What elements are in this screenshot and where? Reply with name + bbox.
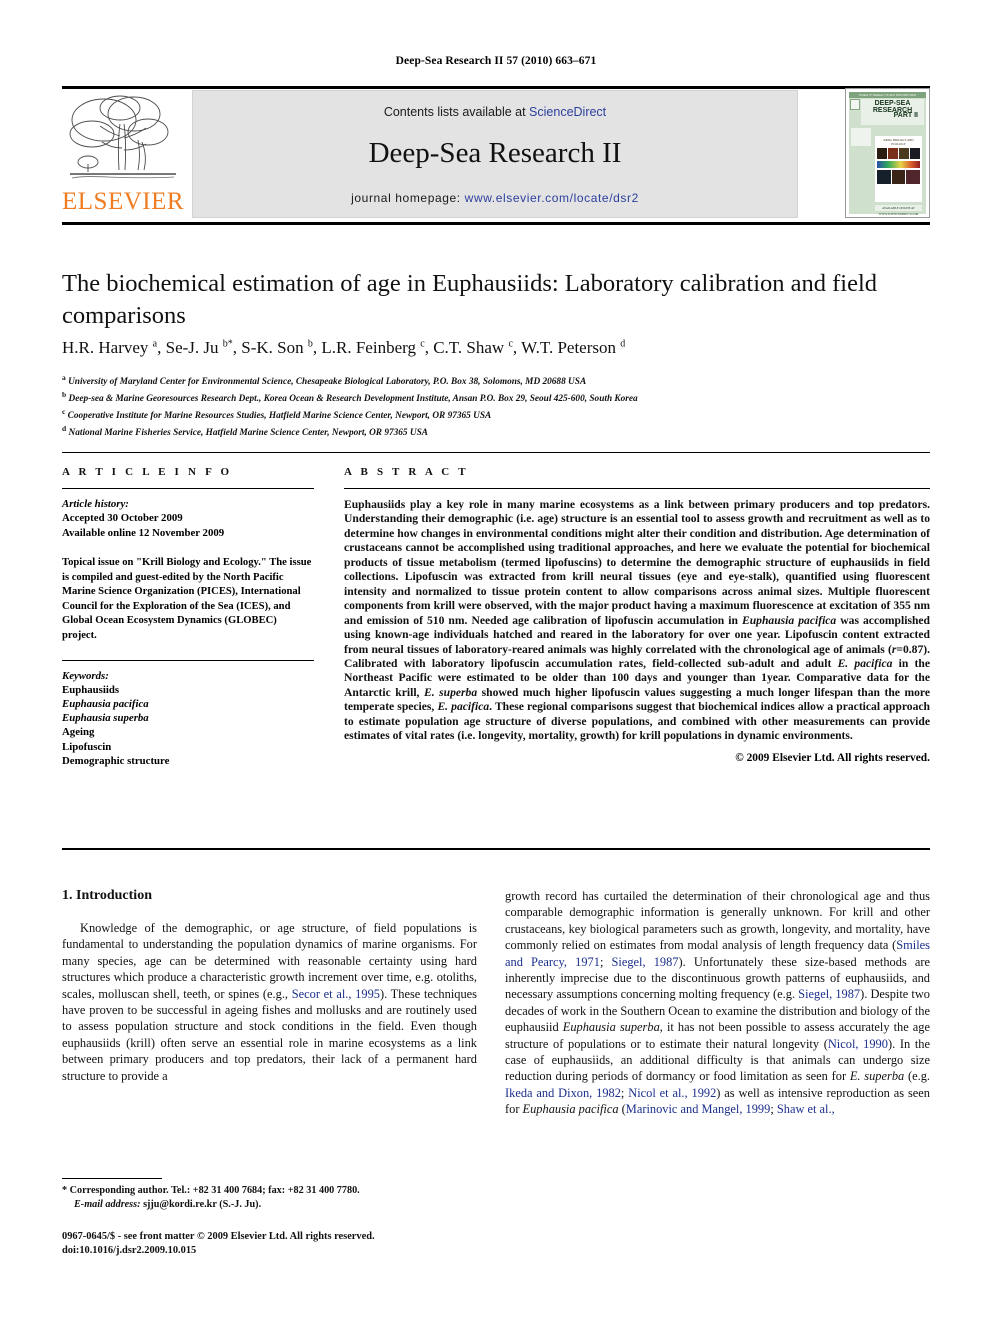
issn-line: 0967-0645/$ - see front matter © 2009 El…	[62, 1231, 375, 1242]
cover-photo	[899, 148, 909, 159]
article-history-accepted: Accepted 30 October 2009	[62, 512, 183, 524]
cover-title-line2: PART II	[893, 112, 918, 119]
email-note: E-mail address: sjju@kordi.re.kr (S.-J. …	[62, 1198, 482, 1212]
affiliation-item: d National Marine Fisheries Service, Hat…	[62, 423, 429, 438]
affiliation-item: b Deep-sea & Marine Georesources Researc…	[62, 389, 638, 404]
imprint-block: 0967-0645/$ - see front matter © 2009 El…	[62, 1230, 492, 1258]
info-panel-bottom-rule	[62, 848, 930, 850]
elsevier-wordmark: ELSEVIER	[62, 188, 185, 215]
keyword-item: Euphausiids	[62, 683, 120, 696]
affiliation-text: University of Maryland Center for Enviro…	[68, 377, 587, 388]
journal-homepage-line: journal homepage: www.elsevier.com/locat…	[193, 191, 797, 205]
cover-color-band	[877, 161, 920, 168]
running-head: Deep-Sea Research II 57 (2010) 663–671	[395, 55, 597, 67]
elsevier-logo: ELSEVIER	[62, 90, 184, 218]
cover-issue-bar: Volume 57 Numbers 7-8 2010 ISSN 0967-064…	[849, 92, 926, 98]
affiliation-text: Cooperative Institute for Marine Resourc…	[67, 410, 492, 421]
cover-publisher-badge	[850, 99, 860, 110]
contents-prefix: Contents lists available at	[383, 105, 530, 119]
sciencedirect-link[interactable]: ScienceDirect	[529, 105, 606, 119]
keywords-divider	[62, 659, 314, 661]
abstract-body: Euphausiids play a key role in many mari…	[344, 498, 931, 743]
footnote-rule	[62, 1178, 162, 1179]
cover-caption: KRILL BIOLOGY AND ECOLOGY	[883, 138, 914, 146]
affiliation-item: c Cooperative Institute for Marine Resou…	[62, 406, 492, 421]
cover-photo-row-2	[877, 170, 920, 184]
elsevier-tree-icon	[69, 95, 176, 179]
contents-available-line: Contents lists available at ScienceDirec…	[193, 105, 797, 119]
affiliation-item: a University of Maryland Center for Envi…	[62, 373, 587, 388]
cover-photo	[891, 170, 906, 184]
homepage-prefix: journal homepage:	[351, 191, 465, 205]
abstract-column: A B S T R A C T Euphausiids play a key r…	[344, 466, 930, 764]
email-address[interactable]: sjju@kordi.re.kr (S.-J. Ju).	[143, 1199, 261, 1210]
cover-photo-montage: KRILL BIOLOGY AND ECOLOGY	[875, 136, 922, 202]
journal-title: Deep-Sea Research II	[368, 137, 622, 169]
cover-photo	[877, 170, 891, 184]
cover-photo	[888, 148, 898, 159]
keywords-label: Keywords:	[62, 669, 109, 682]
cover-title-block: DEEP-SEA RESEARCH PART II	[861, 99, 924, 125]
doi-line[interactable]: doi:10.1016/j.dsr2.2009.10.015	[62, 1244, 492, 1258]
journal-cover-thumbnail[interactable]: Volume 57 Numbers 7-8 2010 ISSN 0967-064…	[845, 88, 930, 218]
article-info-heading: A R T I C L E I N F O	[62, 466, 233, 478]
cover-inner: Volume 57 Numbers 7-8 2010 ISSN 0967-064…	[849, 92, 926, 216]
cover-photo-row-1	[877, 148, 920, 159]
masthead-bottom-rule	[62, 222, 930, 225]
journal-banner: Contents lists available at ScienceDirec…	[192, 90, 798, 218]
cover-photo	[910, 148, 920, 159]
abstract-divider	[344, 488, 930, 489]
intro-paragraph-left: Knowledge of the demographic, or age str…	[62, 921, 477, 1083]
info-panel-top-rule	[62, 452, 930, 453]
cover-photo	[877, 148, 887, 159]
email-label: E-mail address:	[74, 1198, 141, 1210]
keyword-item: Euphausia pacifica	[62, 697, 149, 710]
affiliation-text: Deep-sea & Marine Georesources Research …	[68, 393, 638, 404]
keyword-item: Ageing	[62, 726, 95, 739]
affiliation-list: a University of Maryland Center for Envi…	[62, 372, 892, 440]
article-info-divider	[62, 488, 314, 489]
article-history-label: Article history:	[62, 498, 129, 510]
journal-homepage-link[interactable]: www.elsevier.com/locate/dsr2	[465, 191, 639, 205]
cover-photo	[906, 170, 920, 184]
keyword-item: Euphausia superba	[62, 712, 149, 725]
journal-masthead: ELSEVIER Contents lists available at Sci…	[62, 88, 930, 220]
keyword-item: Demographic structure	[62, 755, 170, 768]
paper-page: Deep-Sea Research II 57 (2010) 663–671 E…	[0, 0, 992, 1323]
article-history-online: Available online 12 November 2009	[62, 526, 225, 539]
corresponding-author-note: * Corresponding author. Tel.: +82 31 400…	[62, 1185, 360, 1196]
cover-sidebox	[851, 128, 871, 146]
cover-footer-line: AVAILABLE ONLINE AT WWW.SCIENCEDIRECT.CO…	[875, 205, 922, 216]
body-column-left: 1. Introduction Knowledge of the demogra…	[62, 888, 477, 1084]
body-column-right: growth record has curtailed the determin…	[505, 888, 930, 1118]
topical-issue-note: Topical issue on "Krill Biology and Ecol…	[62, 557, 312, 641]
keyword-item: Lipofuscin	[62, 740, 112, 753]
section-heading-introduction: 1. Introduction	[62, 888, 152, 903]
article-info-column: A R T I C L E I N F O Article history: A…	[62, 466, 314, 768]
footnote-block: * Corresponding author. Tel.: +82 31 400…	[62, 1184, 482, 1211]
article-title: The biochemical estimation of age in Eup…	[62, 270, 878, 329]
affiliation-text: National Marine Fisheries Service, Hatfi…	[68, 427, 429, 438]
intro-paragraph-right: growth record has curtailed the determin…	[505, 889, 931, 1117]
abstract-copyright: © 2009 Elsevier Ltd. All rights reserved…	[735, 751, 930, 764]
author-list: H.R. Harvey a, Se-J. Ju b*, S-K. Son b, …	[62, 338, 626, 357]
abstract-heading: A B S T R A C T	[344, 466, 469, 478]
